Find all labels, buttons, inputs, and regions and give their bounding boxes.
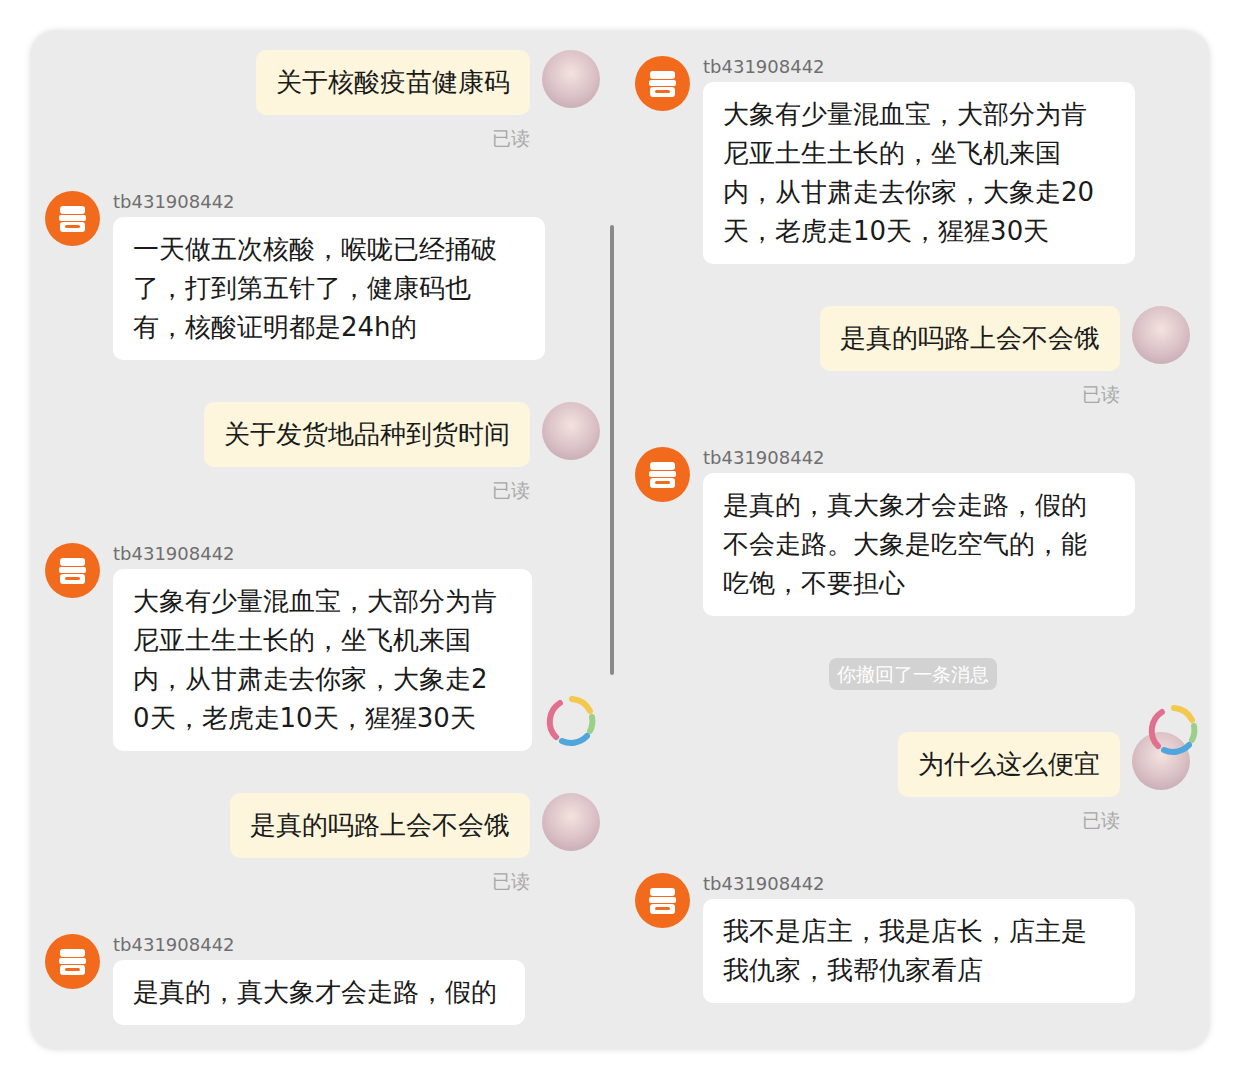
loading-spinner-icon <box>1142 700 1202 760</box>
message-body: tb431908442 我不是店主，我是店长，店主是我仇家，我帮仇家看店 <box>703 873 1135 1003</box>
sent-message: 为什么这么便宜已读 <box>635 732 1190 831</box>
received-message: tb431908442 大象有少量混血宝，大部分为肯尼亚土生土长的，坐飞机来国内，… <box>635 56 1190 264</box>
sender-name[interactable]: tb431908442 <box>113 191 545 213</box>
message-bubble: 一天做五次核酸，喉咙已经捅破了，打到第五针了，健康码也有，核酸证明都是24h的 <box>113 217 545 360</box>
message-bubble: 关于核酸疫苗健康码 <box>256 50 530 115</box>
sender-name[interactable]: tb431908442 <box>703 56 1135 78</box>
shop-avatar-icon[interactable] <box>45 543 100 598</box>
user-avatar-wrap <box>542 793 600 851</box>
read-receipt: 已读 <box>492 479 530 501</box>
message-body: tb431908442 大象有少量混血宝，大部分为肯尼亚土生土长的，坐飞机来国内，… <box>113 543 532 751</box>
user-avatar-wrap <box>542 402 600 460</box>
shop-avatar-icon[interactable] <box>635 56 690 111</box>
message-body: tb431908442 大象有少量混血宝，大部分为肯尼亚土生土长的，坐飞机来国内，… <box>703 56 1135 264</box>
user-avatar-wrap <box>542 50 600 108</box>
received-message: tb431908442 一天做五次核酸，喉咙已经捅破了，打到第五针了，健康码也有，… <box>45 191 600 360</box>
sent-message: 是真的吗路上会不会饿已读 <box>635 306 1190 405</box>
read-receipt: 已读 <box>1082 809 1120 831</box>
user-avatar-icon[interactable] <box>542 793 600 851</box>
message-body: tb431908442 一天做五次核酸，喉咙已经捅破了，打到第五针了，健康码也有，… <box>113 191 545 360</box>
user-avatar-icon[interactable] <box>542 402 600 460</box>
loading-spinner-icon <box>540 691 600 751</box>
message-bubble: 是真的吗路上会不会饿 <box>820 306 1120 371</box>
chat-panel: tb431908442 大象有少量混血宝，大部分为肯尼亚土生土长的，坐飞机来国内，… <box>620 30 1210 1050</box>
received-message: tb431908442 大象有少量混血宝，大部分为肯尼亚土生土长的，坐飞机来国内，… <box>45 543 600 751</box>
message-bubble: 关于发货地品种到货时间 <box>204 402 530 467</box>
sender-name[interactable]: tb431908442 <box>703 873 1135 895</box>
message-bubble: 是真的，真大象才会走路，假的 <box>113 960 525 1025</box>
message-bubble: 是真的吗路上会不会饿 <box>230 793 530 858</box>
chat-panel: 关于核酸疫苗健康码已读 tb431908442 一天做五次核酸，喉咙已经捅破了，打到… <box>30 30 620 1050</box>
shop-avatar-icon[interactable] <box>45 191 100 246</box>
message-bubble: 大象有少量混血宝，大部分为肯尼亚土生土长的，坐飞机来国内，从甘肃走去你家，大象走… <box>703 82 1135 264</box>
received-message: tb431908442 是真的，真大象才会走路，假的不会走路。大象是吃空气的，能吃… <box>635 447 1190 616</box>
shop-avatar-icon[interactable] <box>45 934 100 989</box>
received-message: tb431908442 是真的，真大象才会走路，假的 <box>45 934 600 1025</box>
message-body: 是真的吗路上会不会饿已读 <box>230 793 530 892</box>
recall-notice: 你撤回了一条消息 <box>829 658 997 690</box>
sent-message: 关于核酸疫苗健康码已读 <box>45 50 600 149</box>
sent-message: 关于发货地品种到货时间已读 <box>45 402 600 501</box>
read-receipt: 已读 <box>492 127 530 149</box>
message-bubble: 是真的，真大象才会走路，假的不会走路。大象是吃空气的，能吃饱，不要担心 <box>703 473 1135 616</box>
sender-name[interactable]: tb431908442 <box>703 447 1135 469</box>
message-body: tb431908442 是真的，真大象才会走路，假的不会走路。大象是吃空气的，能吃… <box>703 447 1135 616</box>
sender-name[interactable]: tb431908442 <box>113 543 532 565</box>
shop-avatar-icon[interactable] <box>635 447 690 502</box>
shop-avatar-icon[interactable] <box>635 873 690 928</box>
sent-message: 是真的吗路上会不会饿已读 <box>45 793 600 892</box>
message-body: 关于核酸疫苗健康码已读 <box>256 50 530 149</box>
chat-screenshots: 关于核酸疫苗健康码已读 tb431908442 一天做五次核酸，喉咙已经捅破了，打到… <box>30 30 1210 1050</box>
user-avatar-icon[interactable] <box>1132 306 1190 364</box>
user-avatar-icon[interactable] <box>542 50 600 108</box>
received-message: tb431908442 我不是店主，我是店长，店主是我仇家，我帮仇家看店 <box>635 873 1190 1003</box>
user-avatar-wrap <box>1132 732 1190 790</box>
message-body: 为什么这么便宜已读 <box>898 732 1120 831</box>
message-bubble: 大象有少量混血宝，大部分为肯尼亚土生土长的，坐飞机来国内，从甘肃走去你家，大象走… <box>113 569 532 751</box>
read-receipt: 已读 <box>1082 383 1120 405</box>
user-avatar-icon[interactable] <box>1132 732 1190 790</box>
message-body: tb431908442 是真的，真大象才会走路，假的 <box>113 934 525 1025</box>
scrollbar[interactable] <box>610 225 614 675</box>
system-notice: 你撤回了一条消息 <box>635 658 1190 690</box>
message-bubble: 为什么这么便宜 <box>898 732 1120 797</box>
message-bubble: 我不是店主，我是店长，店主是我仇家，我帮仇家看店 <box>703 899 1135 1003</box>
message-body: 是真的吗路上会不会饿已读 <box>820 306 1120 405</box>
user-avatar-wrap <box>1132 306 1190 364</box>
message-body: 关于发货地品种到货时间已读 <box>204 402 530 501</box>
sender-name[interactable]: tb431908442 <box>113 934 525 956</box>
read-receipt: 已读 <box>492 870 530 892</box>
